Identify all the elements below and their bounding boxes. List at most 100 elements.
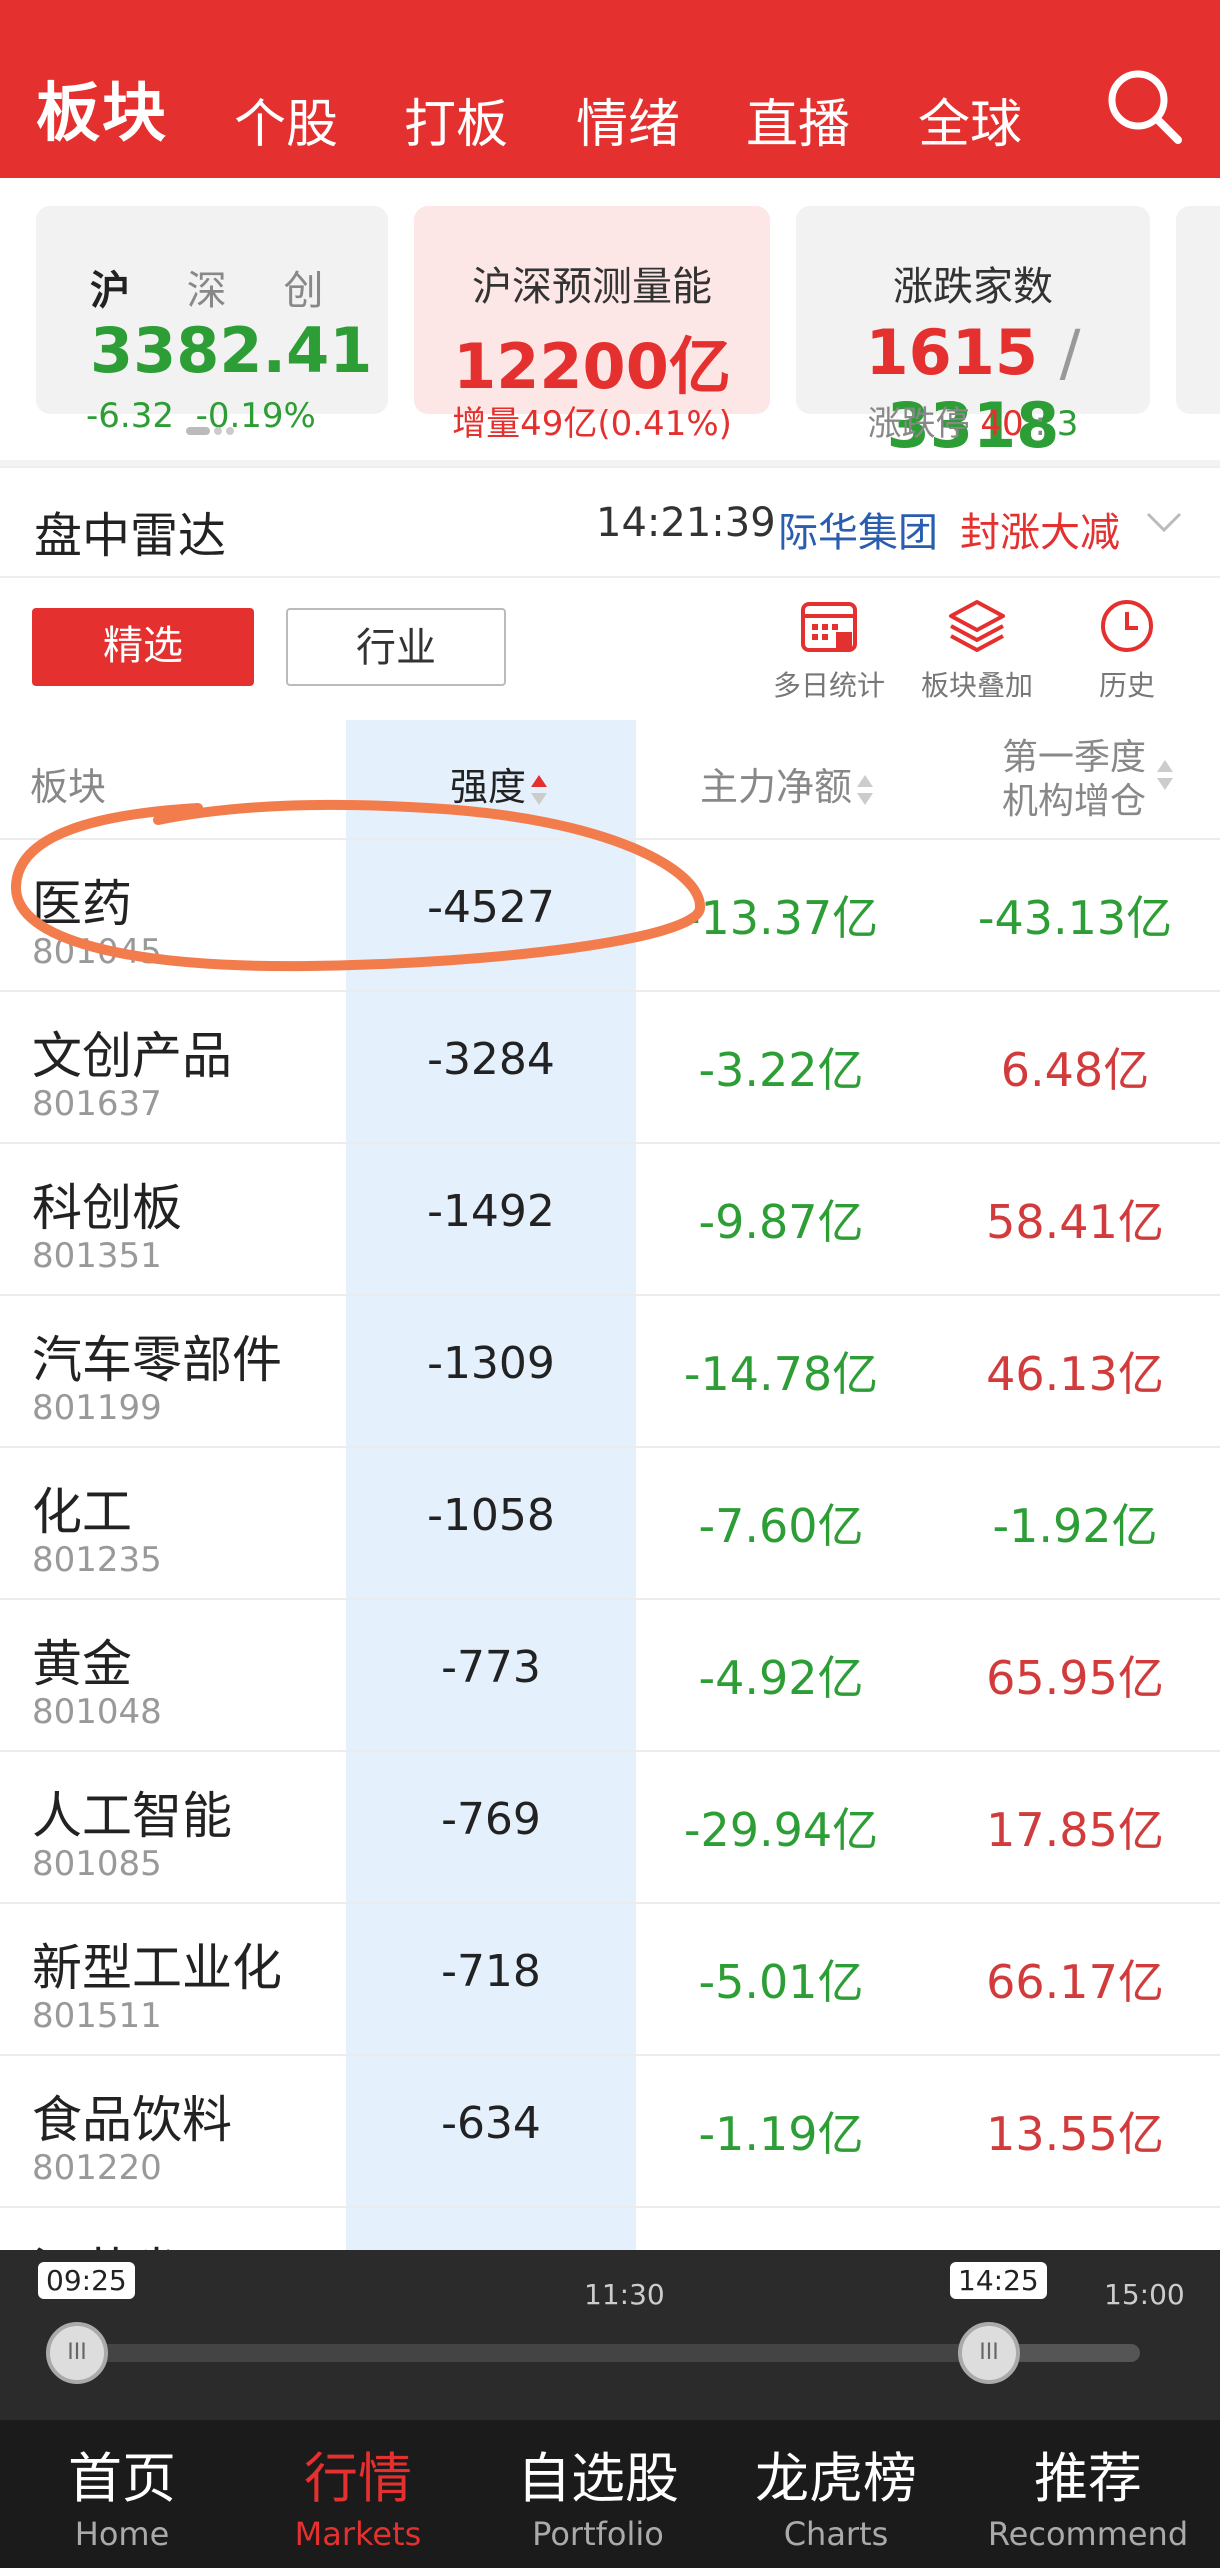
sector-code: 801199 <box>32 1388 162 1428</box>
index-tab-sh[interactable]: 沪 <box>90 268 130 314</box>
next-card-peek[interactable] <box>1176 206 1220 414</box>
advance-decline-title: 涨跌家数 <box>893 264 1053 310</box>
nav-recommend[interactable]: 推荐 Recommend <box>966 2434 1210 2553</box>
timeline-current: 14:25 <box>950 2262 1047 2299</box>
net-flow-value: -14.78亿 <box>683 1347 879 1401</box>
inst-add-value: 46.13亿 <box>986 1347 1164 1401</box>
net-flow-value: -7.60亿 <box>698 1499 864 1553</box>
tab-global[interactable]: 全球 <box>918 82 1022 157</box>
radar-event: 封涨大减 <box>960 510 1120 556</box>
search-icon[interactable] <box>1104 66 1184 146</box>
inst-add-value: 66.17亿 <box>986 1955 1164 2009</box>
sector-code: 801045 <box>32 932 162 972</box>
net-flow-value: -1.19亿 <box>698 2107 864 2161</box>
inst-add-value: 65.95亿 <box>986 1651 1164 1705</box>
limit-label: 涨跌停 <box>867 404 970 444</box>
nav-charts[interactable]: 龙虎榜 Charts <box>714 2434 958 2553</box>
separator: / <box>1059 316 1081 389</box>
top-header: 板块 个股 打板 情绪 直播 全球 <box>0 0 1220 178</box>
table-row[interactable]: 科创板 801351 -1492 -9.87亿 58.41亿 <box>0 1142 1220 1294</box>
calendar-stats-icon <box>801 602 857 652</box>
timeline-start-handle[interactable]: III <box>46 2322 108 2384</box>
tab-limit-up[interactable]: 打板 <box>404 82 508 157</box>
segment-selected[interactable]: 精选 <box>32 608 254 686</box>
sort-icon <box>857 774 874 805</box>
sort-icon <box>1157 760 1173 790</box>
sector-name: 食品饮料 <box>32 2091 232 2149</box>
inst-add-value: -43.13亿 <box>977 891 1173 945</box>
sector-name: 文创产品 <box>32 1027 232 1085</box>
nav-charts-sublabel: Charts <box>783 2515 889 2553</box>
table-row[interactable]: 人工智能 801085 -769 -29.94亿 17.85亿 <box>0 1750 1220 1902</box>
strength-value: -1058 <box>427 1490 555 1541</box>
strength-value: -1492 <box>427 1186 555 1237</box>
header-net-flow[interactable]: 主力净额 <box>700 756 874 811</box>
sector-name: 科创板 <box>32 1179 182 1237</box>
time-slider[interactable]: 09:25 11:30 14:25 15:00 III III <box>0 2250 1220 2420</box>
history-button[interactable]: 历史 <box>1052 598 1202 704</box>
table-row[interactable]: 文创产品 801637 -3284 -3.22亿 6.48亿 <box>0 990 1220 1142</box>
index-tab-cy[interactable]: 创 <box>283 268 323 314</box>
segment-industry[interactable]: 行业 <box>286 608 506 686</box>
volume-title: 沪深预测量能 <box>472 264 712 310</box>
nav-markets-sublabel: Markets <box>294 2515 422 2553</box>
radar-stock[interactable]: 际华集团 <box>778 500 938 558</box>
sector-overlay-label: 板块叠加 <box>920 669 1033 702</box>
nav-recommend-sublabel: Recommend <box>987 2515 1189 2553</box>
index-tab-sz[interactable]: 深 <box>187 268 227 314</box>
nav-home[interactable]: 首页 Home <box>0 2434 244 2553</box>
table-row[interactable]: 黄金 801048 -773 -4.92亿 65.95亿 <box>0 1598 1220 1750</box>
multi-day-stats-button[interactable]: 多日统计 <box>754 598 904 704</box>
nav-portfolio[interactable]: 自选股 Portfolio <box>476 2434 720 2553</box>
sort-desc-icon <box>531 774 548 805</box>
sector-code: 801220 <box>32 2148 162 2188</box>
table-row[interactable]: 新型工业化 801511 -718 -5.01亿 66.17亿 <box>0 1902 1220 2054</box>
inst-add-value: -1.92亿 <box>992 1499 1158 1553</box>
intraday-radar[interactable]: 盘中雷达 14:21:39 际华集团 封涨大减 <box>0 466 1220 578</box>
sector-code: 801048 <box>32 1692 162 1732</box>
header-strength-label: 强度 <box>450 765 527 809</box>
sector-code: 801511 <box>32 1996 162 2036</box>
timeline-start: 09:25 <box>38 2262 135 2299</box>
table-row[interactable]: 化工 801235 -1058 -7.60亿 -1.92亿 <box>0 1446 1220 1598</box>
tab-stocks[interactable]: 个股 <box>234 82 338 157</box>
table-row[interactable]: 江苏省 <box>0 2206 1220 2250</box>
limit-down-count: 3 <box>1056 404 1079 444</box>
volume-forecast-card[interactable]: 沪深预测量能 12200亿 增量49亿(0.41%) <box>414 206 770 444</box>
tab-sentiment[interactable]: 情绪 <box>576 82 680 157</box>
nav-home-label: 首页 <box>68 2447 176 2510</box>
timeline-end-handle[interactable]: III <box>958 2322 1020 2384</box>
timeline-mid: 11:30 <box>584 2278 665 2311</box>
tab-sectors[interactable]: 板块 <box>36 62 168 154</box>
header-strength[interactable]: 强度 <box>450 756 548 811</box>
sector-code: 801637 <box>32 1084 162 1124</box>
sector-code: 801235 <box>32 1540 162 1580</box>
advance-decline-card[interactable]: 涨跌家数 1615 / 3318 涨跌停 40 : 3 <box>796 206 1150 462</box>
nav-markets-label: 行情 <box>304 2447 412 2510</box>
table-header: 板块 强度 主力净额 第一季度 机构增仓 <box>0 720 1220 838</box>
sector-name: 江苏省 <box>32 2232 182 2250</box>
header-net-flow-label: 主力净额 <box>700 765 853 809</box>
nav-markets[interactable]: 行情 Markets <box>236 2434 480 2553</box>
timeline-selected-range <box>76 2344 990 2362</box>
limit-up-count: 40 <box>980 404 1024 444</box>
index-card[interactable]: 沪 深 创 3382.41 -6.32 -0.19% <box>36 206 388 436</box>
header-inst-add[interactable]: 第一季度 机构增仓 <box>1002 736 1146 824</box>
chevron-down-icon[interactable] <box>1146 510 1182 534</box>
table-row[interactable]: 食品饮料 801220 -634 -1.19亿 13.55亿 <box>0 2054 1220 2206</box>
history-label: 历史 <box>1098 669 1155 702</box>
table-row[interactable]: 汽车零部件 801199 -1309 -14.78亿 46.13亿 <box>0 1294 1220 1446</box>
sector-code: 801085 <box>32 1844 162 1884</box>
volume-value: 12200亿 <box>453 330 731 403</box>
card-pager <box>186 420 238 439</box>
tab-live[interactable]: 直播 <box>746 82 850 157</box>
bottom-navigation: 首页 Home 行情 Markets 自选股 Portfolio 龙虎榜 Cha… <box>0 2420 1220 2568</box>
sector-table: 板块 强度 主力净额 第一季度 机构增仓 医药 801045 -4527 -13.37… <box>0 720 1220 2250</box>
timeline-end: 15:00 <box>1104 2278 1185 2311</box>
sector-overlay-button[interactable]: 板块叠加 <box>902 598 1052 704</box>
volume-increment: 增量49亿(0.41%) <box>452 404 732 444</box>
sector-name: 医药 <box>32 875 132 933</box>
multi-day-stats-label: 多日统计 <box>772 669 885 702</box>
table-row[interactable]: 医药 801045 -4527 -13.37亿 -43.13亿 <box>0 838 1220 990</box>
limit-separator: : <box>1034 404 1046 444</box>
